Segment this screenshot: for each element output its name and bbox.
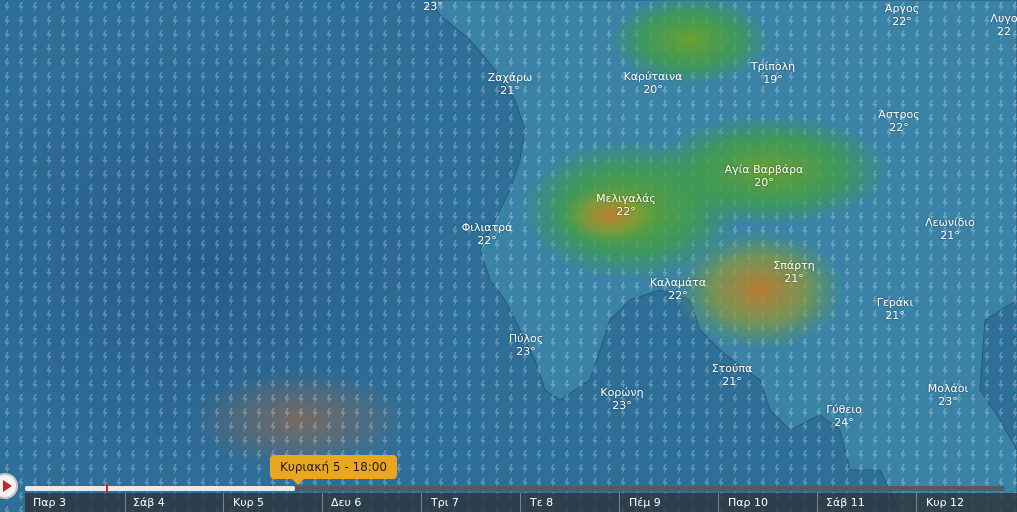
day-label[interactable]: Παρ 10 bbox=[728, 496, 768, 509]
day-label[interactable]: Κυρ 5 bbox=[233, 496, 264, 509]
city-label: Καλαμάτα 22° bbox=[649, 276, 707, 302]
day-label[interactable]: Τε 8 bbox=[530, 496, 553, 509]
day-strip bbox=[25, 493, 1017, 512]
city-label: Τρίπολη 19° bbox=[750, 60, 796, 86]
day-label[interactable]: Σάβ 11 bbox=[826, 496, 865, 509]
city-label: 23° bbox=[423, 0, 443, 13]
day-label[interactable]: Κυρ 12 bbox=[926, 496, 964, 509]
city-label: Κορώνη 23° bbox=[600, 386, 644, 412]
city-label: Γεράκι 21° bbox=[876, 296, 914, 322]
city-label: Καρύταινα 20° bbox=[623, 70, 683, 96]
current-time-bubble[interactable]: Κυριακή 5 - 18:00 bbox=[270, 455, 398, 485]
timeline-progress bbox=[25, 486, 296, 491]
city-label: Άργος 22° bbox=[884, 2, 920, 28]
day-separator bbox=[421, 493, 422, 512]
day-separator bbox=[223, 493, 224, 512]
city-label: Αγία Βαρβάρα 20° bbox=[724, 163, 804, 189]
city-label: Άστρος 22° bbox=[878, 108, 920, 134]
city-label: Στούπα 21° bbox=[711, 362, 753, 388]
day-label[interactable]: Παρ 3 bbox=[33, 496, 66, 509]
city-label: Μελιγαλάς 22° bbox=[596, 192, 656, 218]
day-label[interactable]: Σάβ 4 bbox=[133, 496, 165, 509]
city-label: Ζαχάρω 21° bbox=[487, 71, 533, 97]
city-label: Φιλιατρά 22° bbox=[461, 221, 513, 247]
day-separator bbox=[817, 493, 818, 512]
city-label: Πύλος 23° bbox=[508, 332, 544, 358]
city-label: Γύθειο 24° bbox=[826, 403, 862, 429]
day-label[interactable]: Τρι 7 bbox=[431, 496, 459, 509]
city-label: Σπάρτη 21° bbox=[773, 259, 815, 285]
now-marker bbox=[106, 484, 108, 493]
day-separator bbox=[322, 493, 323, 512]
day-separator bbox=[718, 493, 719, 512]
day-separator bbox=[520, 493, 521, 512]
day-separator bbox=[916, 493, 917, 512]
city-label: Λεωνίδιο 21° bbox=[925, 216, 975, 242]
city-label: Μολάοι 23° bbox=[927, 382, 969, 408]
day-separator bbox=[619, 493, 620, 512]
day-separator bbox=[125, 493, 126, 512]
day-label[interactable]: Πέμ 9 bbox=[629, 496, 661, 509]
day-label[interactable]: Δευ 6 bbox=[331, 496, 361, 509]
city-label: Λυγο 22 bbox=[990, 12, 1017, 38]
